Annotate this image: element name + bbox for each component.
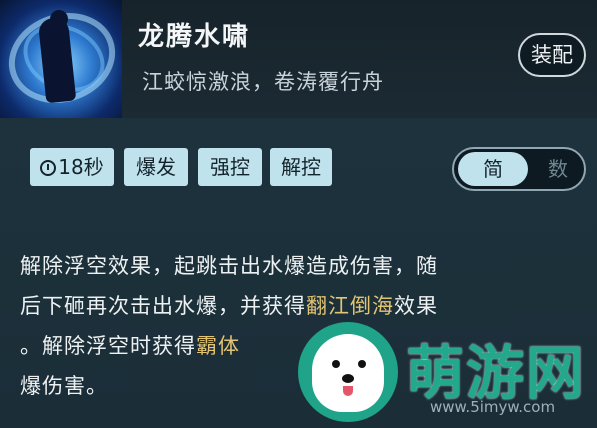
skill-name: 龙腾水啸	[138, 22, 251, 52]
dragon-water-swirl-icon	[0, 0, 122, 118]
equip-button[interactable]: 装配	[518, 33, 586, 77]
mascot-tongue	[343, 386, 353, 396]
effect-line-2-tail: 效果	[394, 294, 438, 318]
skill-subtitle: 江蛟惊激浪，卷涛覆行舟	[142, 70, 384, 94]
effect-line-1: 解除浮空效果，起跳击出水爆造成伤害，随	[20, 254, 438, 278]
tag-hard-control: 强控	[198, 148, 262, 186]
cooldown-tag: 18秒	[30, 148, 114, 186]
mascot-eye	[358, 360, 366, 368]
mascot-eye	[332, 360, 340, 368]
mode-number-option[interactable]: 数	[534, 152, 582, 186]
effect-line-2-text: 后下砸再次击出水爆，并获得	[20, 294, 306, 318]
highlight-keyword-2: 霸体	[196, 334, 240, 358]
clock-icon	[40, 160, 57, 176]
watermark-url: www.5imyw.com	[430, 398, 556, 416]
effect-line-3-text: 。解除浮空时获得	[20, 334, 196, 358]
mode-toggle[interactable]: 简 数	[452, 147, 586, 191]
skill-header: 龙腾水啸 江蛟惊激浪，卷涛覆行舟 装配	[0, 0, 597, 118]
tag-cleanse: 解控	[270, 148, 332, 186]
dog-mascot-icon	[312, 334, 384, 412]
mascot-nose	[342, 374, 354, 383]
tag-burst: 爆发	[124, 148, 188, 186]
mode-simple-option[interactable]: 简	[458, 152, 528, 186]
cooldown-value: 18秒	[58, 155, 104, 179]
effect-line-2: 后下砸再次击出水爆，并获得翻江倒海效果	[20, 286, 590, 326]
highlight-keyword: 翻江倒海	[306, 294, 394, 318]
